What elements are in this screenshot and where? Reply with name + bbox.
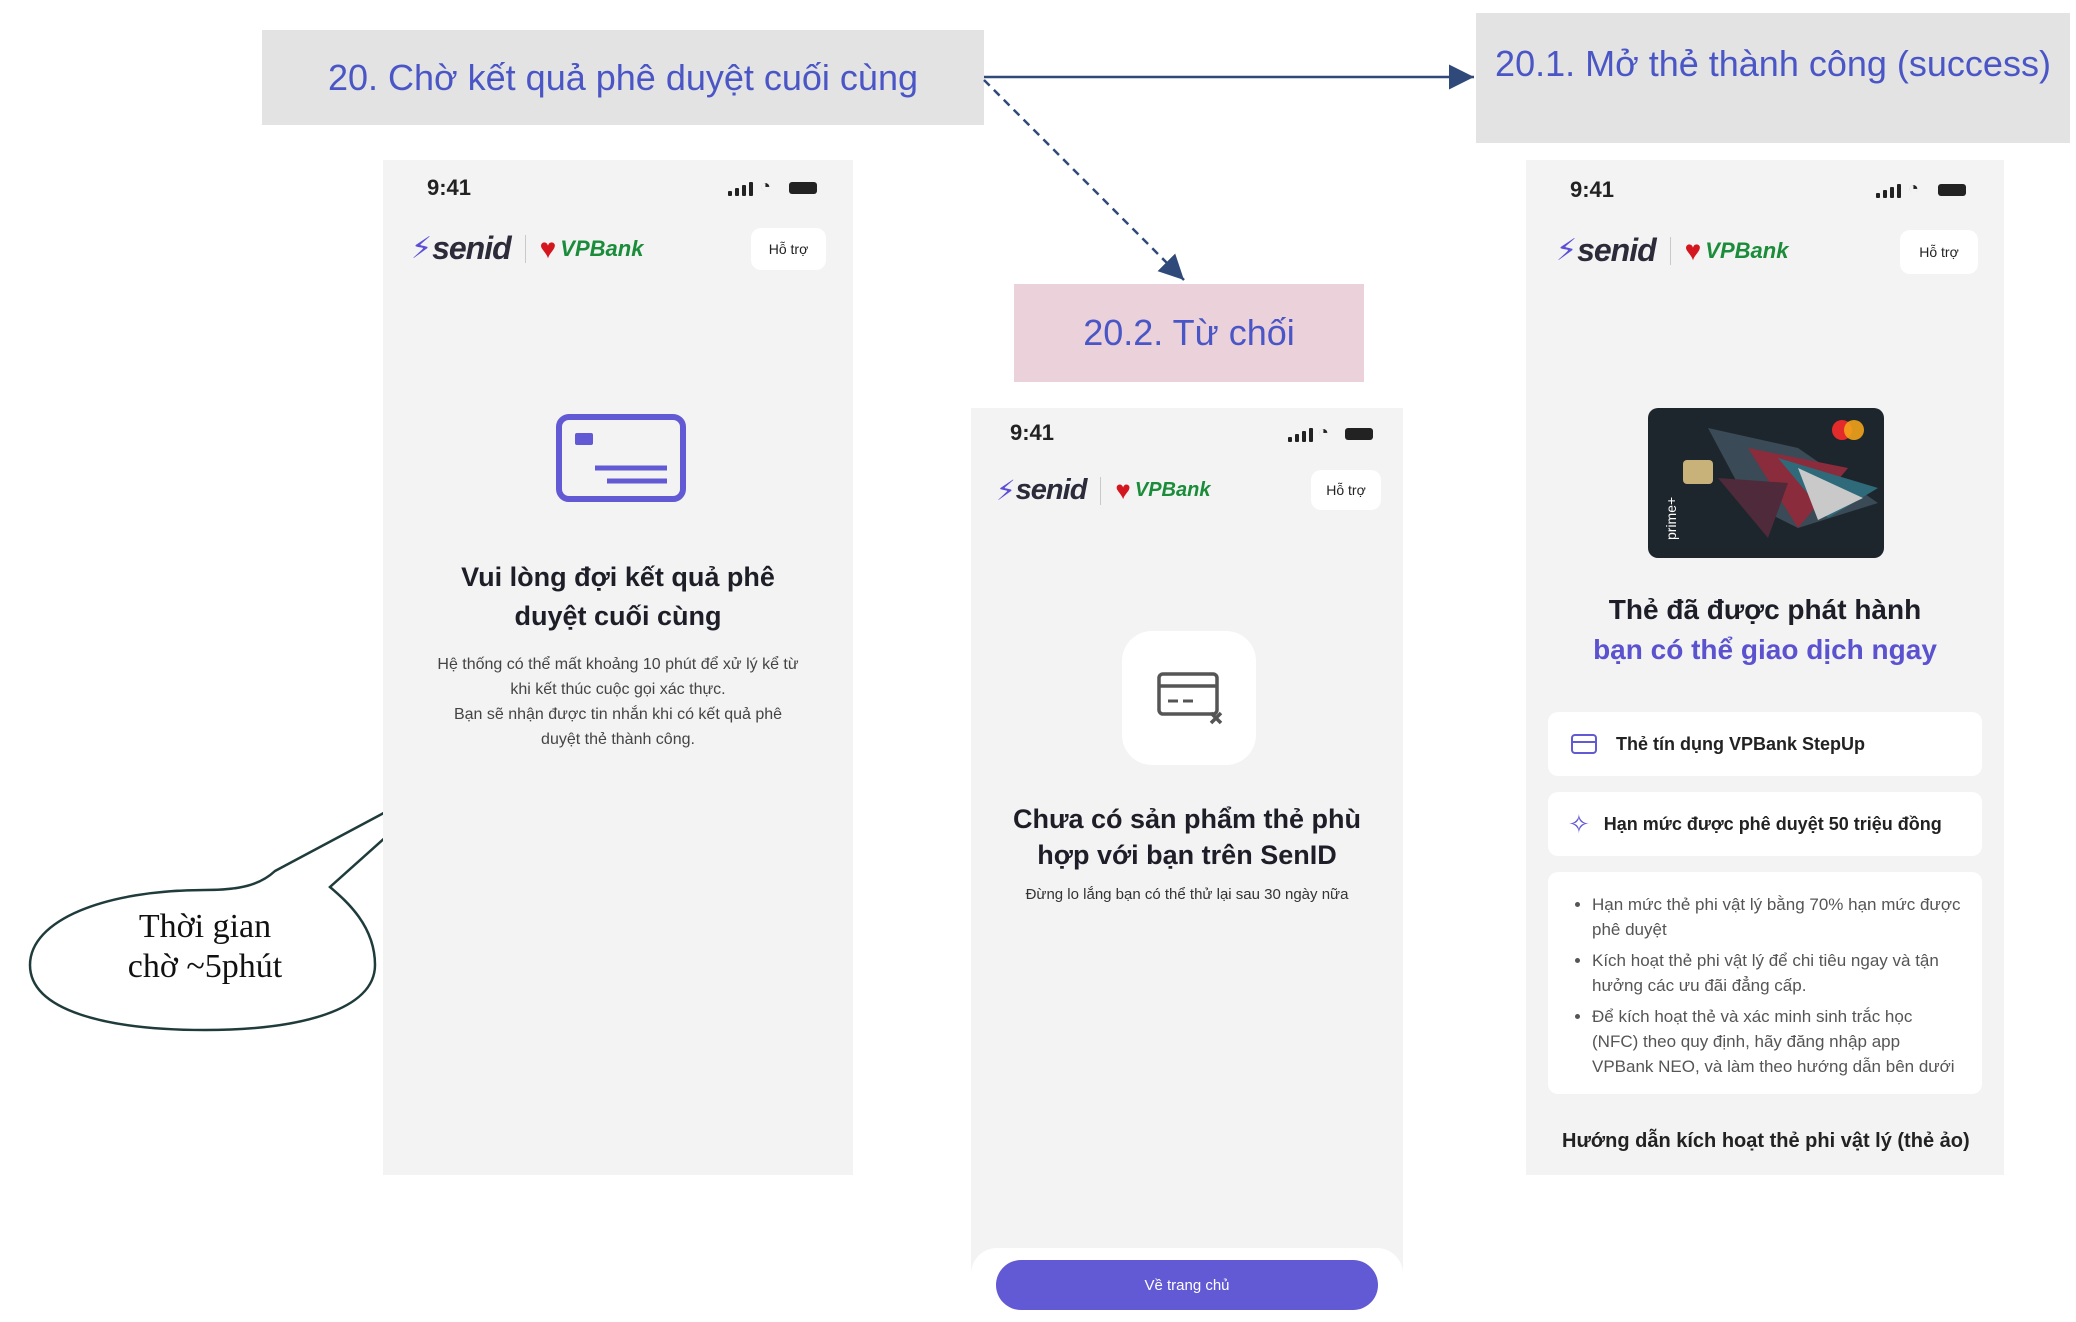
svg-text:prime+: prime+	[1663, 497, 1679, 540]
note-item: Hạn mức thẻ phi vật lý bằng 70% hạn mức …	[1592, 892, 1962, 942]
callout-text: Thời gian chờ ~5phút	[127, 908, 283, 985]
card-icon	[1571, 734, 1597, 754]
status-time: 9:41	[1570, 177, 1615, 202]
card-reject-icon	[1157, 672, 1223, 725]
screen-wait: 9:41 ◔ ⚡ senid ♥ VPBank Hỗ trợ Vui lòng …	[383, 160, 853, 1175]
wifi-icon: ◔	[760, 176, 771, 196]
screen-reject: 9:41 ◔ ⚡ senid ♥ VPBank Hỗ trợ Chưa có s…	[971, 408, 1403, 1322]
support-button[interactable]: Hỗ trợ	[1900, 230, 1978, 274]
vpbank-wordmark: VPBank	[560, 235, 644, 261]
vpbank-logo-icon: ♥	[1115, 475, 1131, 505]
support-button[interactable]: Hỗ trợ	[1311, 470, 1381, 510]
limit-text: Hạn mức được phê duyệt 50 triệu đồng	[1603, 813, 1942, 834]
wait-description: Hệ thống có thể mất khoảng 10 phút để xử…	[437, 656, 799, 748]
wait-title: Vui lòng đợi kết quả phê duyệt cuối cùng	[461, 562, 775, 631]
status-time: 9:41	[427, 175, 472, 200]
signal-icon	[728, 182, 753, 196]
brand-logo: ⚡ senid ♥ VPBank	[996, 474, 1210, 507]
brand-logo: ⚡ senid ♥ VPBank	[1556, 232, 1788, 269]
signal-icon	[1288, 428, 1313, 442]
card-type-text: Thẻ tín dụng VPBank StepUp	[1616, 733, 1866, 754]
success-title: Thẻ đã được phát hành bạn có thể giao dị…	[1593, 594, 1937, 665]
activation-guide-heading: Hướng dẫn kích hoạt thẻ phi vật lý (thẻ …	[1562, 1130, 1970, 1152]
battery-icon	[789, 182, 817, 194]
brand-logo: ⚡ senid ♥ VPBank	[411, 230, 643, 267]
vpbank-logo-icon: ♥	[539, 232, 557, 264]
wifi-icon: ◔	[1318, 422, 1329, 442]
support-button[interactable]: Hỗ trợ	[751, 228, 826, 270]
senid-wordmark: senid	[432, 230, 512, 266]
home-button[interactable]: Về trang chủ	[996, 1260, 1378, 1310]
card-type-row: Thẻ tín dụng VPBank StepUp	[1548, 712, 1982, 776]
senid-bolt-icon: ⚡	[1556, 234, 1578, 267]
battery-icon	[1345, 428, 1373, 440]
vpbank-wordmark: VPBank	[1705, 237, 1789, 263]
limit-row: ✧ Hạn mức được phê duyệt 50 triệu đồng	[1548, 792, 1982, 856]
reject-icon-tile	[1122, 631, 1256, 765]
reject-description: Đừng lo lắng bạn có thể thử lại sau 30 n…	[1025, 886, 1349, 903]
senid-wordmark: senid	[1015, 474, 1088, 506]
reject-title: Chưa có sản phẩm thẻ phù hợp với bạn trê…	[1012, 804, 1362, 870]
vpbank-wordmark: VPBank	[1134, 479, 1211, 501]
senid-bolt-icon: ⚡	[411, 232, 433, 265]
senid-wordmark: senid	[1577, 232, 1657, 268]
vpbank-prime-card: prime+	[1648, 408, 1884, 558]
note-item: Kích hoạt thẻ phi vật lý để chi tiêu nga…	[1592, 948, 1962, 998]
battery-icon	[1938, 184, 1966, 196]
credit-card-icon	[556, 414, 686, 502]
wifi-icon: ◔	[1908, 178, 1919, 198]
arrow-reject	[983, 79, 1185, 281]
senid-bolt-icon: ⚡	[996, 475, 1016, 506]
notes-box: Hạn mức thẻ phi vật lý bằng 70% hạn mức …	[1548, 872, 1982, 1094]
signal-icon	[1876, 184, 1901, 198]
note-item: Để kích hoạt thẻ và xác minh sinh trắc h…	[1592, 1004, 1962, 1079]
status-time: 9:41	[1010, 420, 1055, 445]
screen-success: 9:41 ◔ ⚡ senid ♥ VPBank Hỗ trợ prime+ Th…	[1526, 160, 2004, 1175]
sparkle-icon: ✧	[1568, 808, 1590, 839]
vpbank-logo-icon: ♥	[1684, 234, 1702, 266]
